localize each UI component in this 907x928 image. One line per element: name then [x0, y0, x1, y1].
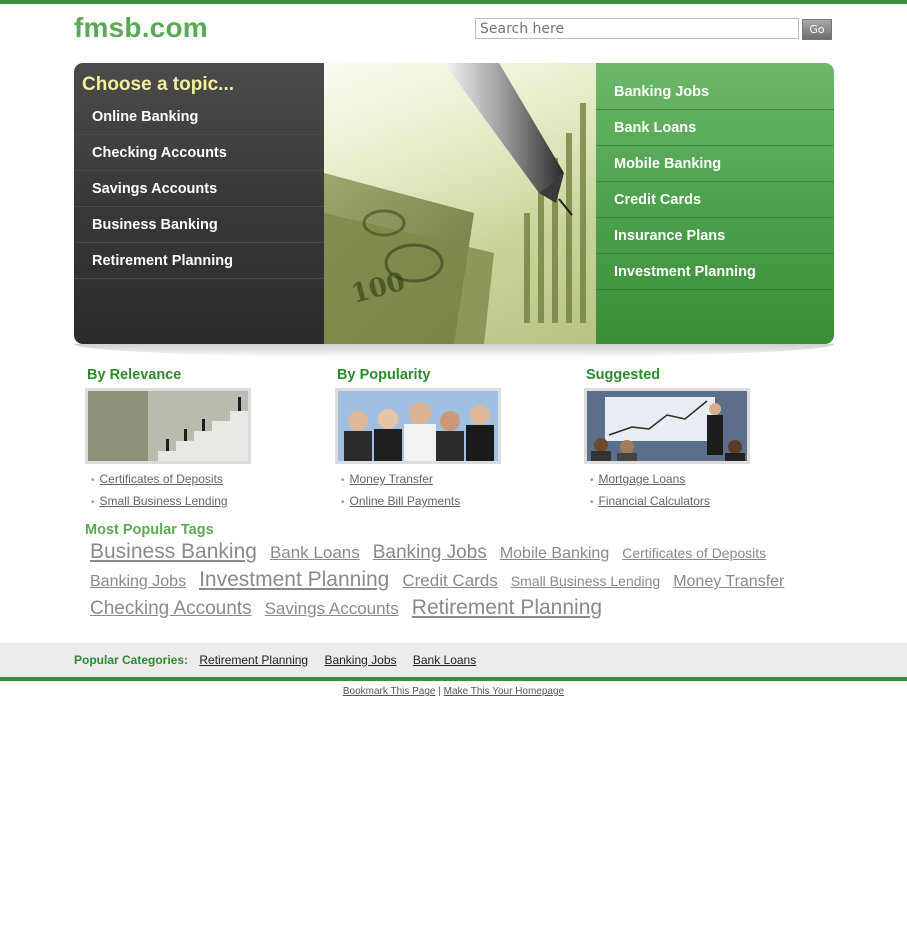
list-item: • Money Transfer [341, 469, 460, 491]
bullet-icon: • [91, 475, 95, 486]
stairs-business-image[interactable] [85, 388, 251, 464]
list-item: • Financial Calculators [590, 491, 710, 513]
category-link[interactable]: Banking Jobs [324, 653, 396, 667]
quick-link[interactable]: Credit Cards [614, 192, 701, 208]
quick-link-item[interactable]: Banking Jobs [596, 74, 834, 110]
bullet-icon: • [341, 497, 345, 508]
column-suggested: Suggested • Mortgage Loans • Financial Cal… [584, 367, 824, 508]
tag-link[interactable]: Money Transfer [673, 573, 784, 591]
column-title: Suggested [586, 367, 661, 383]
column-link[interactable]: Small Business Lending [100, 494, 228, 508]
quick-link[interactable]: Mobile Banking [614, 156, 721, 172]
tag-link[interactable]: Certificates of Deposits [622, 545, 766, 561]
topic-item[interactable]: Online Banking [74, 99, 324, 135]
tag-link[interactable]: Investment Planning [199, 568, 389, 592]
footer-separator: | [438, 686, 441, 697]
column-link[interactable]: Financial Calculators [599, 494, 710, 508]
quick-links-menu: Banking Jobs Bank Loans Mobile Banking C… [596, 63, 834, 344]
category-link[interactable]: Bank Loans [413, 653, 476, 667]
tag-link[interactable]: Credit Cards [402, 571, 497, 591]
list-item: • Small Business Lending [91, 491, 228, 513]
tag-link[interactable]: Small Business Lending [511, 573, 660, 589]
column-title: By Popularity [337, 367, 431, 383]
bullet-icon: • [341, 475, 345, 486]
column-link[interactable]: Online Bill Payments [350, 494, 461, 508]
tag-link[interactable]: Banking Jobs [373, 542, 487, 564]
tag-link[interactable]: Banking Jobs [90, 573, 186, 591]
stairs-illustration [88, 391, 248, 461]
column-title: By Relevance [87, 367, 182, 383]
search-go-button[interactable]: Go [802, 19, 832, 40]
bottom-accent-bar [0, 677, 907, 681]
topic-link[interactable]: Checking Accounts [92, 145, 227, 161]
quick-link[interactable]: Insurance Plans [614, 228, 725, 244]
search-input[interactable] [475, 18, 799, 39]
column-link-list: • Mortgage Loans • Financial Calculators [590, 469, 710, 513]
list-item: • Online Bill Payments [341, 491, 460, 513]
topic-item[interactable]: Business Banking [74, 207, 324, 243]
column-link-list: • Money Transfer • Online Bill Payments [341, 469, 460, 513]
hero-shadow [74, 344, 834, 358]
homepage-link[interactable]: Make This Your Homepage [444, 686, 564, 697]
topic-item[interactable]: Checking Accounts [74, 135, 324, 171]
topic-list: Online Banking Checking Accounts Savings… [74, 99, 324, 279]
tag-row: Checking Accounts Savings Accounts Retirem… [90, 596, 815, 624]
list-item: • Certificates of Deposits [91, 469, 228, 491]
top-accent-bar [0, 0, 907, 4]
hero-pen-money-image: 100 [324, 63, 596, 344]
tag-link[interactable]: Business Banking [90, 540, 257, 564]
tag-row: Business Banking Bank Loans Banking Jobs Mo… [90, 540, 815, 568]
quick-link-item[interactable]: Investment Planning [596, 254, 834, 290]
quick-link[interactable]: Investment Planning [614, 264, 756, 280]
column-link[interactable]: Certificates of Deposits [100, 472, 223, 486]
topic-menu: Choose a topic... Online Banking Checkin… [74, 63, 324, 344]
list-item: • Mortgage Loans [590, 469, 710, 491]
tag-link[interactable]: Checking Accounts [90, 598, 252, 620]
quick-link-item[interactable]: Credit Cards [596, 182, 834, 218]
topic-link[interactable]: Business Banking [92, 217, 218, 233]
bullet-icon: • [590, 475, 594, 486]
quick-link-item[interactable]: Bank Loans [596, 110, 834, 146]
bullet-icon: • [91, 497, 95, 508]
quick-link[interactable]: Bank Loans [614, 120, 696, 136]
popular-categories: Popular Categories: Retirement Planning … [74, 653, 489, 667]
popular-tags-title: Most Popular Tags [85, 522, 214, 538]
quick-link[interactable]: Banking Jobs [614, 84, 709, 100]
topic-item[interactable]: Retirement Planning [74, 243, 324, 279]
presentation-chart-image[interactable] [584, 388, 750, 464]
tag-link[interactable]: Mobile Banking [500, 545, 609, 563]
popular-categories-bar: Popular Categories: Retirement Planning … [0, 643, 907, 677]
column-by-popularity: By Popularity • Money Transfer • Online Bi… [335, 367, 575, 508]
topic-heading: Choose a topic... [82, 74, 235, 95]
categories-label: Popular Categories: [74, 653, 189, 667]
bullet-icon: • [590, 497, 594, 508]
column-link[interactable]: Money Transfer [350, 472, 433, 486]
column-link[interactable]: Mortgage Loans [599, 472, 686, 486]
topic-link[interactable]: Retirement Planning [92, 253, 233, 269]
quick-link-item[interactable]: Insurance Plans [596, 218, 834, 254]
bookmark-link[interactable]: Bookmark This Page [343, 686, 436, 697]
quick-links-list: Banking Jobs Bank Loans Mobile Banking C… [596, 74, 834, 290]
tag-link[interactable]: Bank Loans [270, 543, 360, 563]
column-by-relevance: By Relevance • Certificates of Deposits •… [85, 367, 325, 508]
business-team-image[interactable] [335, 388, 501, 464]
topic-link[interactable]: Online Banking [92, 109, 198, 125]
presentation-illustration [587, 391, 747, 461]
team-illustration [338, 391, 498, 461]
pen-and-banknotes-illustration: 100 [324, 63, 586, 344]
column-link-list: • Certificates of Deposits • Small Busines… [91, 469, 228, 513]
tag-cloud: Business Banking Bank Loans Banking Jobs Mo… [90, 540, 815, 624]
hero-banner: Choose a topic... Online Banking Checkin… [74, 63, 834, 344]
topic-item[interactable]: Savings Accounts [74, 171, 324, 207]
tag-row: Banking Jobs Investment Planning Credit Ca… [90, 568, 815, 596]
topic-link[interactable]: Savings Accounts [92, 181, 217, 197]
site-logo[interactable]: fmsb.com [74, 12, 208, 44]
tag-link[interactable]: Savings Accounts [265, 599, 399, 619]
quick-link-item[interactable]: Mobile Banking [596, 146, 834, 182]
tag-link[interactable]: Retirement Planning [412, 596, 602, 620]
footer: Bookmark This Page | Make This Your Home… [0, 686, 907, 697]
category-link[interactable]: Retirement Planning [199, 653, 308, 667]
